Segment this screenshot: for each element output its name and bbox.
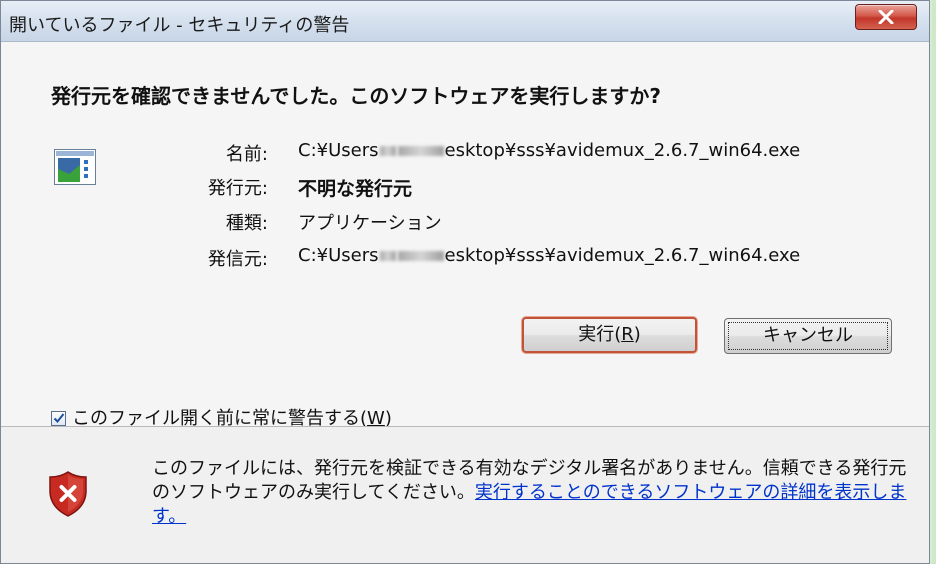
run-button-label-close: ) [633, 324, 641, 345]
info-row-publisher: 発行元: 不明な発行元 [1, 174, 929, 200]
name-value-suffix: esktop¥sss¥avidemux_2.6.7_win64.exe [444, 140, 801, 161]
info-row-type: 種類: アプリケーション [1, 209, 929, 235]
checkmark-icon [53, 413, 65, 423]
info-row-name: 名前: C:¥Users esktop¥sss¥avidemux_2.6.7_wi… [1, 140, 929, 166]
close-button[interactable] [855, 4, 917, 30]
redacted-block [379, 146, 396, 156]
from-label: 発信元: [207, 249, 268, 270]
publisher-label: 発行元: [207, 178, 268, 199]
footer-message: このファイルには、発行元を検証できる有効なデジタル署名がありません。信頼できる発… [152, 457, 912, 529]
warning-question: 発行元を確認できませんでした。このソフトウェアを実行しますか? [51, 84, 662, 108]
security-shield-error-icon [49, 471, 87, 521]
publisher-value: 不明な発行元 [298, 178, 413, 200]
run-button-label: 実行( [578, 324, 622, 345]
redacted-block [397, 146, 444, 156]
desktop-background [932, 0, 936, 564]
from-value-prefix: C:¥Users [298, 245, 379, 266]
redacted-block [397, 251, 444, 261]
cancel-button[interactable]: キャンセル [724, 318, 892, 354]
security-warning-dialog: 開いているファイル - セキュリティの警告 発行元を確認できませんでした。このソ… [0, 0, 930, 564]
title-bar[interactable]: 開いているファイル - セキュリティの警告 [1, 1, 929, 42]
info-row-from: 発信元: C:¥Users esktop¥sss¥avidemux_2.6.7_w… [1, 245, 929, 271]
dialog-content: 発行元を確認できませんでした。このソフトウェアを実行しますか? 名前: C:¥U… [1, 42, 929, 429]
from-value-suffix: esktop¥sss¥avidemux_2.6.7_win64.exe [444, 245, 801, 266]
type-value: アプリケーション [298, 213, 442, 234]
name-value: C:¥Users esktop¥sss¥avidemux_2.6.7_win64.… [298, 140, 800, 161]
type-label: 種類: [225, 213, 268, 234]
window-title: 開いているファイル - セキュリティの警告 [9, 15, 350, 36]
from-value: C:¥Users esktop¥sss¥avidemux_2.6.7_win64.… [298, 245, 800, 266]
redacted-block [379, 251, 396, 261]
footer-panel: このファイルには、発行元を検証できる有効なデジタル署名がありません。信頼できる発… [1, 426, 929, 563]
name-value-prefix: C:¥Users [298, 140, 379, 161]
run-button[interactable]: 実行(R) [522, 317, 697, 353]
run-button-accesskey: R [621, 324, 634, 345]
always-warn-checkbox[interactable] [51, 411, 66, 426]
name-label: 名前: [225, 144, 268, 165]
close-icon [878, 10, 894, 24]
